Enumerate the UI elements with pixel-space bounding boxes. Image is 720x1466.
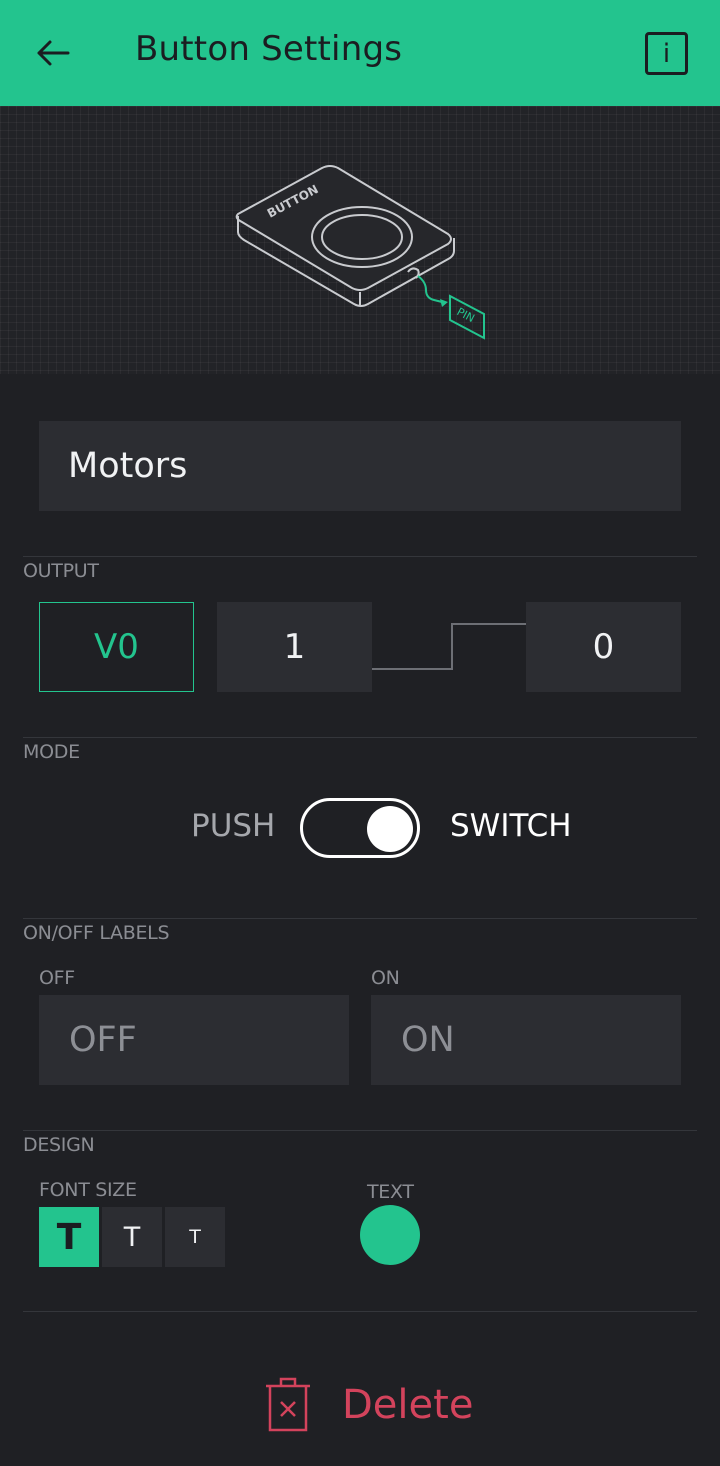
font-size-medium-icon: T	[123, 1221, 141, 1253]
info-button[interactable]: i	[645, 32, 688, 75]
off-value-input[interactable]: 0	[526, 602, 681, 692]
trash-icon	[266, 1377, 310, 1432]
mode-toggle[interactable]	[300, 798, 420, 858]
divider	[23, 737, 697, 738]
button-device-illustration: BUTTON PIN	[235, 165, 485, 340]
signal-wave-icon	[372, 623, 526, 670]
divider	[23, 918, 697, 919]
arrow-left-icon	[37, 40, 70, 66]
page-title: Button Settings	[135, 29, 403, 69]
off-label-input[interactable]: OFF	[39, 995, 349, 1085]
delete-button[interactable]: Delete	[264, 1376, 474, 1436]
font-size-large-button[interactable]: T	[39, 1207, 99, 1267]
font-size-small-icon: T	[189, 1226, 201, 1248]
off-value: 0	[592, 627, 615, 667]
design-section-label: DESIGN	[23, 1134, 95, 1156]
widget-name-input[interactable]: Motors	[39, 421, 681, 511]
font-size-large-icon: T	[56, 1216, 82, 1258]
back-button[interactable]	[30, 30, 76, 76]
mode-switch-label[interactable]: SWITCH	[450, 808, 572, 844]
divider	[23, 1311, 697, 1312]
font-size-label: FONT SIZE	[39, 1179, 137, 1201]
font-size-small-button[interactable]: T	[165, 1207, 225, 1267]
mode-push-label[interactable]: PUSH	[191, 808, 275, 844]
info-icon: i	[662, 38, 671, 69]
on-label-placeholder: ON	[401, 1020, 455, 1060]
divider	[23, 556, 697, 557]
divider	[23, 1130, 697, 1131]
text-color-label: TEXT	[367, 1181, 414, 1203]
font-size-medium-button[interactable]: T	[102, 1207, 162, 1267]
delete-label: Delete	[342, 1382, 474, 1428]
on-value: 1	[283, 627, 306, 667]
on-label-input[interactable]: ON	[371, 995, 681, 1085]
app-header: Button Settings i	[0, 0, 720, 106]
widget-name-value: Motors	[68, 446, 188, 486]
off-label-placeholder: OFF	[69, 1020, 137, 1060]
on-value-input[interactable]: 1	[217, 602, 372, 692]
pin-value: V0	[94, 627, 139, 667]
toggle-knob	[367, 806, 413, 852]
widget-illustration: BUTTON PIN	[0, 106, 720, 374]
pin-selector[interactable]: V0	[39, 602, 194, 692]
on-label-caption: ON	[371, 967, 400, 989]
text-color-picker[interactable]	[360, 1205, 420, 1265]
labels-section-label: ON/OFF LABELS	[23, 922, 170, 944]
output-section-label: OUTPUT	[23, 560, 99, 582]
off-label-caption: OFF	[39, 967, 75, 989]
mode-section-label: MODE	[23, 741, 80, 763]
